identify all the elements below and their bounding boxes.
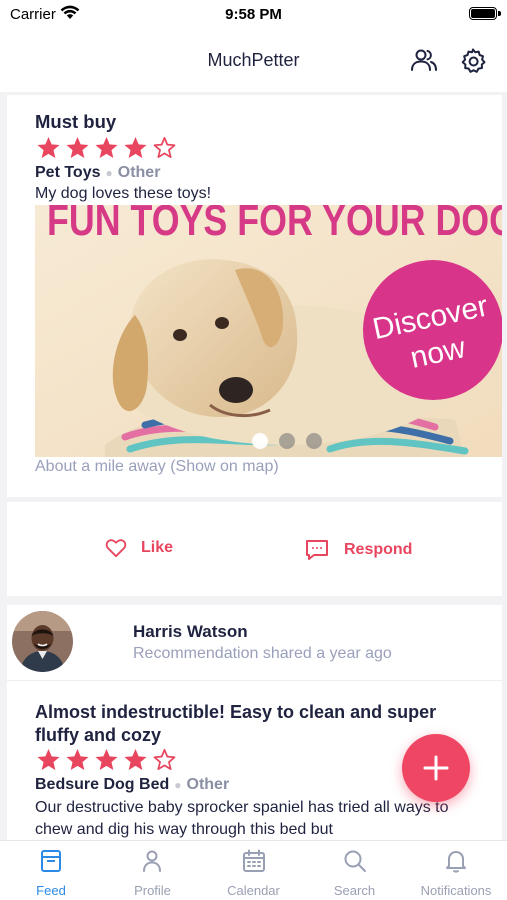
carousel-dot[interactable] bbox=[279, 433, 295, 449]
gear-icon[interactable] bbox=[459, 47, 487, 75]
category-label: Pet Toys bbox=[35, 164, 101, 181]
post-category: Pet Toys ● Other bbox=[35, 164, 160, 182]
status-bar: Carrier 9:58 PM bbox=[0, 0, 507, 28]
post-card[interactable]: Harris Watson Recommendation shared a ye… bbox=[7, 605, 502, 840]
search-icon bbox=[344, 850, 366, 872]
tab-label: Notifications bbox=[420, 883, 492, 898]
star-rating bbox=[35, 747, 178, 773]
post-actions: Like Respond bbox=[7, 502, 502, 596]
respond-label: Respond bbox=[344, 541, 413, 558]
status-time: 9:58 PM bbox=[225, 6, 282, 23]
respond-button[interactable]: Respond bbox=[304, 538, 412, 562]
star-empty-icon bbox=[153, 136, 176, 158]
carousel-dot[interactable] bbox=[306, 433, 322, 449]
star-filled-icon bbox=[95, 748, 118, 770]
tab-label: Calendar bbox=[227, 883, 280, 898]
heart-icon bbox=[105, 539, 127, 558]
star-filled-icon bbox=[124, 748, 147, 770]
battery-cap bbox=[498, 11, 501, 16]
tab-profile[interactable]: Profile bbox=[102, 841, 203, 900]
star-filled-icon bbox=[66, 748, 89, 770]
divider bbox=[7, 680, 502, 681]
subcategory-label: Other bbox=[117, 164, 161, 181]
avatar[interactable] bbox=[12, 611, 73, 672]
tab-calendar[interactable]: Calendar bbox=[203, 841, 304, 900]
star-filled-icon bbox=[37, 748, 60, 770]
post-description: My dog loves these toys! bbox=[35, 185, 212, 202]
like-label: Like bbox=[141, 539, 174, 556]
battery-icon bbox=[469, 7, 497, 20]
post-title: Almost indestructible! Easy to clean and… bbox=[35, 702, 437, 745]
star-filled-icon bbox=[95, 136, 118, 158]
feed-icon bbox=[41, 850, 61, 872]
category-separator: ● bbox=[105, 166, 113, 180]
post-description: Our destructive baby sprocker spaniel ha… bbox=[35, 799, 449, 838]
friends-icon[interactable] bbox=[410, 47, 438, 73]
image-headline: FUN TOYS FOR YOUR DOG bbox=[47, 205, 502, 245]
show-on-map-link[interactable]: (Show on map) bbox=[170, 458, 279, 475]
post-category: Bedsure Dog Bed ● Other bbox=[35, 776, 229, 794]
tab-feed[interactable]: Feed bbox=[0, 841, 102, 900]
avatar-image bbox=[12, 611, 73, 672]
post-title: Must buy bbox=[35, 111, 117, 132]
tab-label: Search bbox=[333, 883, 376, 898]
like-button[interactable]: Like bbox=[105, 538, 173, 558]
carousel-dot-active[interactable] bbox=[252, 433, 268, 449]
star-filled-icon bbox=[66, 136, 89, 158]
tab-label: Profile bbox=[134, 883, 171, 898]
star-rating bbox=[35, 135, 178, 161]
author-subtitle: Recommendation shared a year ago bbox=[133, 645, 392, 662]
tab-label: Feed bbox=[36, 883, 66, 898]
star-filled-icon bbox=[124, 136, 147, 158]
distance-label: About a mile away bbox=[35, 458, 166, 475]
star-filled-icon bbox=[37, 136, 60, 158]
bell-icon bbox=[446, 851, 466, 873]
calendar-icon bbox=[243, 849, 265, 872]
plus-icon bbox=[423, 755, 449, 781]
category-separator: ● bbox=[174, 778, 182, 792]
tab-search[interactable]: Search bbox=[304, 841, 405, 900]
add-post-button[interactable] bbox=[402, 734, 470, 802]
star-empty-icon bbox=[153, 748, 176, 770]
category-label: Bedsure Dog Bed bbox=[35, 776, 170, 793]
tab-bar: Feed Profile Calendar Search Notificatio… bbox=[0, 840, 507, 900]
profile-icon bbox=[143, 850, 161, 872]
nav-bar: MuchPetter bbox=[0, 28, 507, 92]
subcategory-label: Other bbox=[186, 776, 230, 793]
location-text: About a mile away (Show on map) bbox=[35, 458, 279, 476]
chat-icon bbox=[306, 540, 328, 560]
author-name[interactable]: Harris Watson bbox=[133, 622, 248, 642]
post-card[interactable]: Must buy Pet Toys ● Other My dog loves the… bbox=[7, 95, 502, 497]
tab-notifications[interactable]: Notifications bbox=[405, 841, 507, 900]
post-image: FUN TOYS FOR YOUR DOG Discover now bbox=[35, 205, 502, 457]
post-image-carousel[interactable]: FUN TOYS FOR YOUR DOG Discover now bbox=[35, 205, 502, 457]
